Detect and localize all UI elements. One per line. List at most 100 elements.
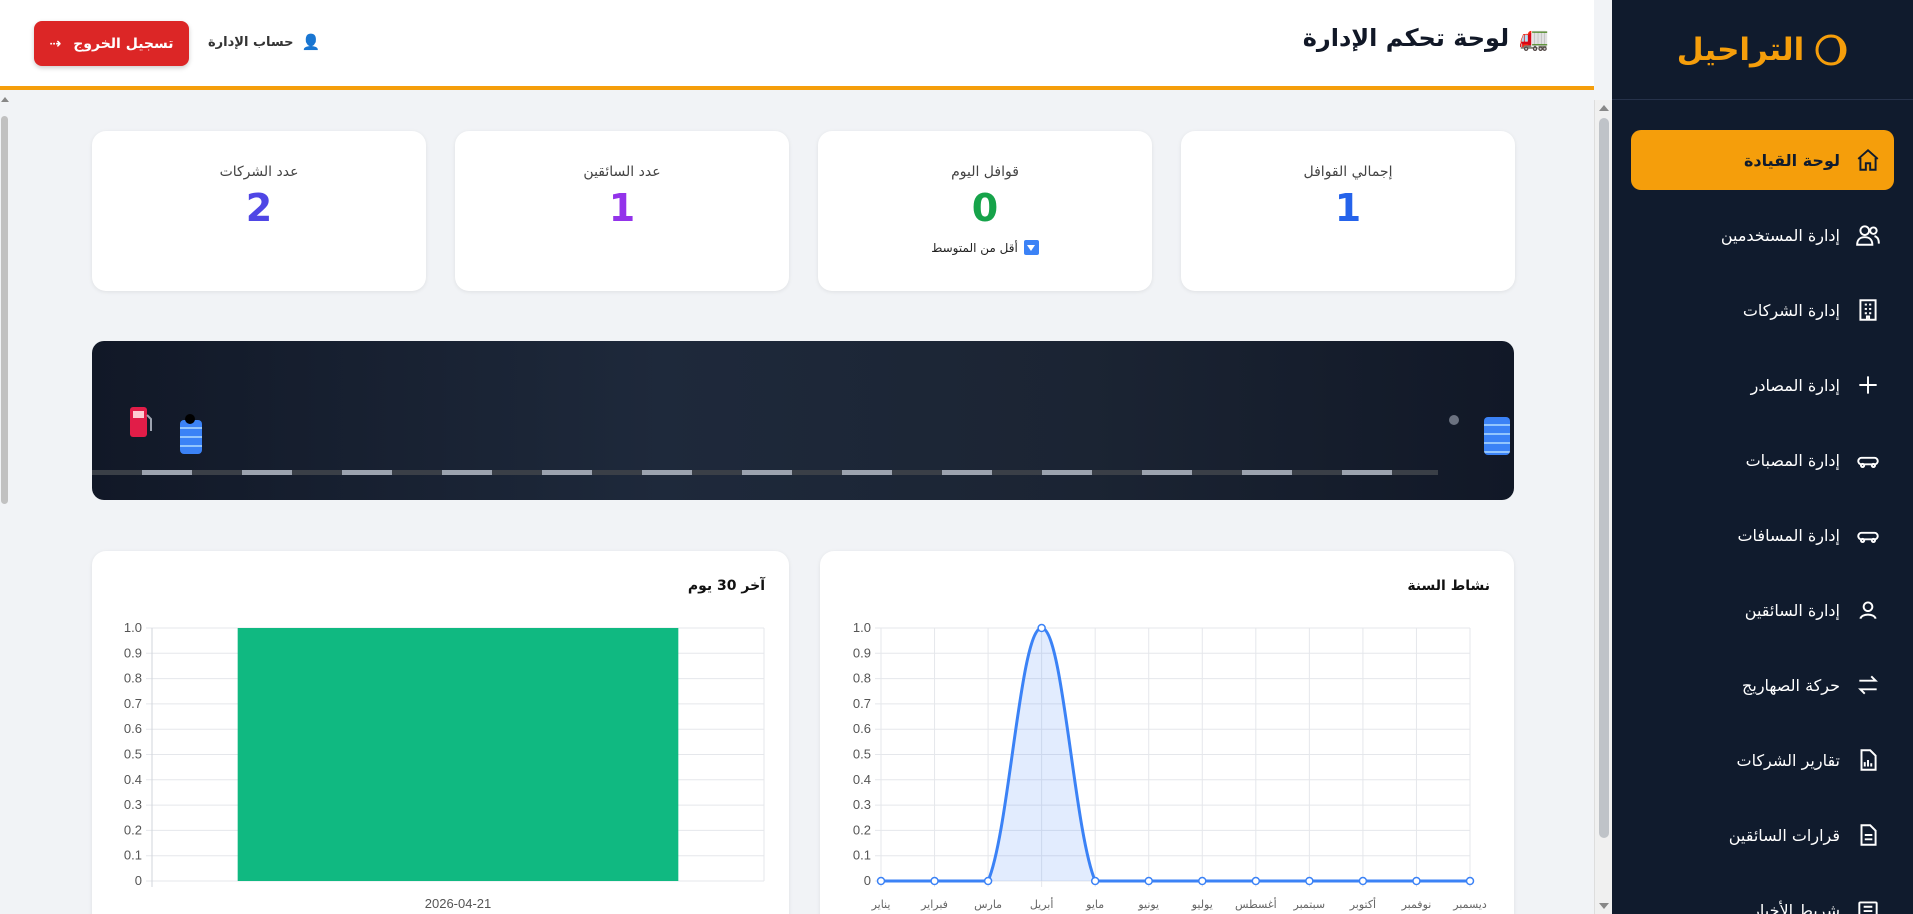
sidebar-item-label: لوحة القيادة	[1743, 150, 1840, 170]
sidebar-item-label: تقارير الشركات	[1736, 750, 1841, 770]
x-tick-label: أغسطس	[1235, 897, 1277, 911]
y-tick-label: 0.3	[853, 797, 871, 812]
sidebar-item-1[interactable]: إدارة المستخدمين	[1631, 205, 1894, 265]
logout-arrow-icon: ⇢	[49, 35, 62, 52]
sidebar-item-4[interactable]: إدارة المصبات	[1631, 430, 1894, 490]
y-tick-label: 0.8	[124, 671, 142, 686]
report-chart-icon	[1854, 746, 1882, 774]
data-point	[876, 876, 886, 886]
stat-label: قوافل اليوم	[951, 164, 1019, 180]
sidebar-item-7[interactable]: حركة الصهاريج	[1631, 655, 1894, 715]
sidebar-item-label: قرارات السائقين	[1728, 825, 1840, 845]
x-tick-label: يناير	[871, 898, 891, 911]
stat-card-companies: عدد الشركات 2	[92, 131, 426, 291]
stat-value: 2	[245, 186, 273, 230]
stat-label: عدد السائقين	[583, 164, 661, 180]
y-tick-label: 0.1	[853, 848, 871, 863]
road-animation-banner	[92, 341, 1514, 500]
stat-value: 0	[971, 186, 999, 230]
sidebar-item-label: إدارة الشركات	[1742, 300, 1840, 320]
logout-button[interactable]: تسجيل الخروج ⇢	[34, 21, 189, 66]
y-tick-label: 0.7	[124, 696, 142, 711]
news-icon	[1854, 896, 1882, 914]
y-tick-label: 0.9	[124, 645, 142, 660]
last-30-days-chart: 1.0 0.9 0.8 0.7 0.6 0.5 0.4 0.3 0.2 0.1 0 2026-04-2…	[124, 620, 765, 911]
sidebar-menu: لوحة القيادة إدارة المستخدمين إدارة الشركا…	[1612, 100, 1913, 914]
scroll-thumb[interactable]	[1599, 118, 1609, 838]
left-scrollbar[interactable]	[0, 92, 10, 914]
x-tick-label: أكتوبر	[1349, 897, 1376, 911]
home-icon	[1854, 146, 1882, 174]
account-link[interactable]: 👤 حساب الإدارة	[208, 33, 320, 51]
sidebar-item-10[interactable]: شريط الأخبار	[1631, 880, 1894, 914]
brand-logo[interactable]: التراحيل	[1612, 0, 1913, 100]
moon-logo-icon	[1815, 34, 1847, 65]
y-tick-label: 0.8	[853, 671, 871, 686]
x-tick-label: نوفمبر	[1401, 898, 1432, 911]
fuel-pump-icon	[130, 407, 152, 437]
scroll-thumb[interactable]	[1, 116, 8, 504]
data-point	[930, 876, 939, 886]
year-activity-chart: 1.0 0.9 0.8 0.7 0.6 0.5 0.4 0.3 0.2 0.1 0يناير فبرا…	[853, 620, 1487, 911]
y-tick-label: 0.6	[853, 721, 871, 736]
x-tick-label: فبراير	[920, 898, 948, 911]
x-tick-label: سبتمبر	[1293, 898, 1326, 911]
y-tick-label: 0.5	[124, 747, 142, 762]
sidebar-item-5[interactable]: إدارة المسافات	[1631, 505, 1894, 565]
sidebar-item-2[interactable]: إدارة الشركات	[1631, 280, 1894, 340]
y-tick-label: 0.7	[853, 696, 871, 711]
sidebar-item-6[interactable]: إدارة السائقين	[1631, 580, 1894, 640]
x-tick-label: مارس	[974, 898, 1002, 911]
plus-icon	[1854, 371, 1882, 399]
swap-icon	[1854, 671, 1882, 699]
y-tick-label: 0.1	[124, 848, 142, 863]
document-icon	[1854, 821, 1882, 849]
stat-card-today-caravans: قوافل اليوم 0 أقل من المتوسط	[818, 131, 1152, 291]
sidebar-item-0[interactable]: لوحة القيادة	[1631, 130, 1894, 190]
data-point	[1358, 876, 1368, 886]
scroll-up-arrow-icon[interactable]	[1, 97, 9, 102]
stat-card-drivers: عدد السائقين 1	[455, 131, 789, 291]
x-tick-label: ديسمبر	[1452, 898, 1487, 911]
logout-label: تسجيل الخروج	[73, 35, 174, 52]
y-tick-label: 0.2	[853, 822, 871, 837]
barrel-icon	[180, 420, 202, 454]
brand-name: التراحيل	[1676, 31, 1805, 68]
sidebar-item-label: إدارة المصبات	[1745, 450, 1840, 470]
tanker-icon	[1854, 521, 1882, 549]
last-30-days-chart-card: آخر 30 يوم 1.0 0.9 0.8 0.7 0.6 0.5 0.4 0.3 0.2 0.…	[92, 551, 789, 914]
sidebar-item-8[interactable]: تقارير الشركات	[1631, 730, 1894, 790]
y-tick-label: 1.0	[853, 620, 871, 635]
stat-value: 1	[608, 186, 636, 230]
scroll-up-arrow-icon[interactable]	[1599, 105, 1609, 111]
building-icon	[1854, 296, 1882, 324]
stat-value: 1	[1334, 186, 1362, 230]
convoy-marker-icon	[185, 414, 195, 424]
users-icon	[1854, 221, 1882, 249]
sidebar-item-label: إدارة السائقين	[1744, 600, 1840, 620]
scroll-down-arrow-icon[interactable]	[1599, 903, 1609, 909]
content-scrollbar[interactable]	[1594, 100, 1612, 914]
y-tick-label: 0.5	[853, 747, 871, 762]
sidebar-item-label: إدارة المستخدمين	[1720, 225, 1840, 245]
data-point	[1412, 876, 1421, 886]
y-tick-label: 0	[864, 873, 871, 888]
sidebar-item-9[interactable]: قرارات السائقين	[1631, 805, 1894, 865]
top-header: 🚛 لوحة تحكم الإدارة 👤 حساب الإدارة تسجيل…	[0, 0, 1594, 90]
data-point	[1090, 876, 1100, 886]
data-point	[983, 876, 993, 886]
sidebar-item-3[interactable]: إدارة المصادر	[1631, 355, 1894, 415]
stat-card-total-caravans: إجمالي القوافل 1	[1181, 131, 1515, 291]
y-tick-label: 0	[135, 873, 142, 888]
x-tick-label: 2026-04-21	[425, 896, 492, 911]
barrel-icon	[1484, 417, 1510, 455]
page-title: 🚛 لوحة تحكم الإدارة	[1303, 24, 1549, 52]
y-tick-label: 0.6	[124, 721, 142, 736]
sidebar-item-label: حركة الصهاريج	[1742, 675, 1840, 695]
below-average-note: أقل من المتوسط	[818, 240, 1152, 255]
x-tick-label: يونيو	[1137, 898, 1159, 911]
y-tick-label: 0.4	[853, 772, 871, 787]
data-point	[1251, 876, 1261, 886]
user-icon	[1854, 596, 1882, 624]
account-label: حساب الإدارة	[208, 34, 294, 50]
